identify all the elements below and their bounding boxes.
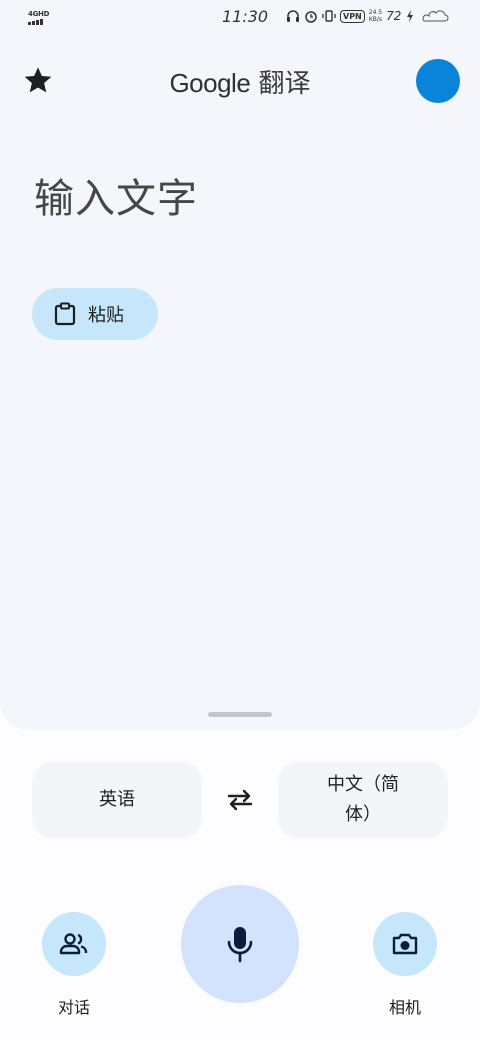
text-input[interactable]: 输入文字: [34, 166, 198, 224]
conversation-button[interactable]: [42, 912, 106, 976]
source-language-button[interactable]: 英语: [32, 762, 202, 838]
translate-screen: 4GHD 11:30 VPN 24.5 KB/s 72 Google 翻译 输入…: [0, 0, 480, 1040]
brand-name: Google: [169, 68, 251, 98]
source-language-label: 英语: [99, 789, 135, 810]
paste-label: 粘贴: [88, 305, 124, 326]
conversation-label: 对话: [57, 998, 90, 1017]
camera-icon: [392, 933, 418, 955]
clipboard-icon: [54, 302, 76, 326]
target-language-button[interactable]: 中文（简体）: [278, 762, 448, 838]
speed-unit: KB/s: [368, 16, 383, 23]
network-type: 4GHD: [28, 10, 50, 18]
charging-icon: [407, 10, 414, 22]
app-header: Google 翻译: [0, 50, 480, 110]
battery-level: 72: [386, 9, 402, 23]
swap-arrows-icon: [227, 789, 253, 811]
headphones-icon: [287, 10, 299, 22]
people-icon: [59, 933, 88, 955]
network-speed: 24.5 KB/s: [369, 9, 382, 23]
drag-handle[interactable]: [208, 712, 272, 717]
status-time: 11:30: [222, 7, 269, 26]
alarm-icon: [305, 11, 317, 23]
weather-cloud-icon: [422, 10, 449, 22]
vpn-badge: VPN: [340, 9, 365, 23]
speed-value: 24.5: [368, 9, 383, 16]
microphone-button[interactable]: [181, 885, 299, 1003]
avatar[interactable]: [416, 59, 460, 103]
vibrate-icon: [322, 10, 336, 22]
target-language-label: 中文（简体）: [327, 774, 399, 825]
status-icons: VPN 24.5 KB/s 72: [286, 9, 449, 23]
app-title: Google 翻译: [0, 63, 480, 100]
microphone-icon: [227, 927, 253, 963]
camera-label: 相机: [388, 998, 421, 1017]
camera-button[interactable]: [373, 912, 437, 976]
input-area[interactable]: 4GHD 11:30 VPN 24.5 KB/s 72 Google 翻译 输入…: [0, 0, 480, 730]
network-indicator: 4GHD: [28, 10, 52, 26]
swap-languages-button[interactable]: [220, 780, 260, 820]
paste-button[interactable]: 粘贴: [32, 288, 158, 340]
status-bar: 4GHD 11:30 VPN 24.5 KB/s 72: [0, 0, 480, 36]
signal-icon: [28, 19, 43, 25]
title-suffix: 翻译: [258, 69, 311, 99]
